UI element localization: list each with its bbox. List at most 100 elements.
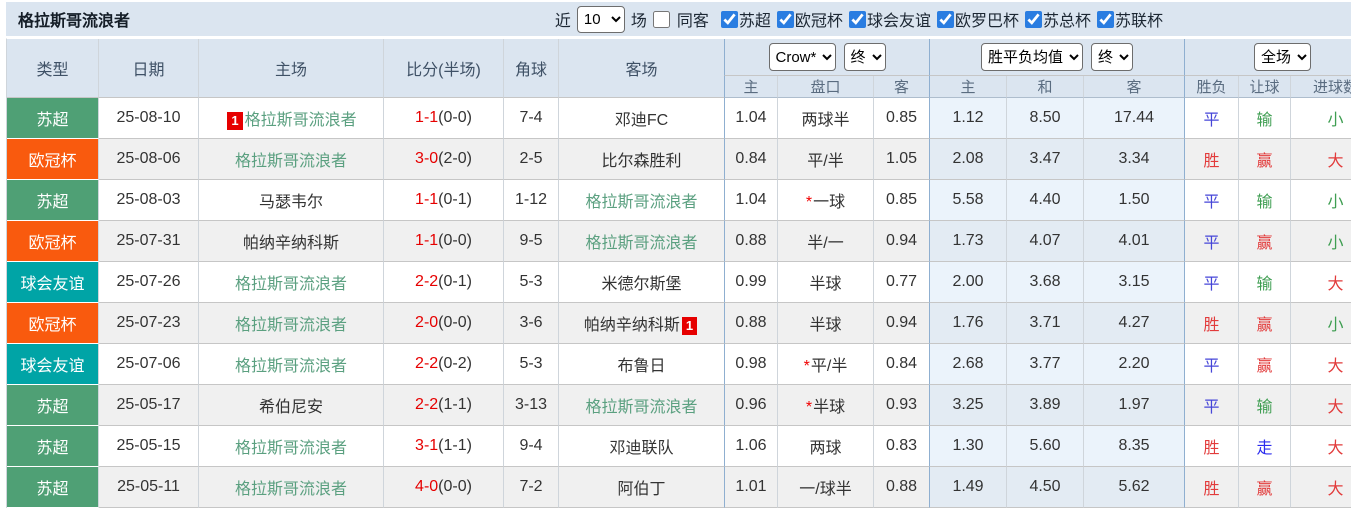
away-team-name: 格拉斯哥流浪者 <box>585 235 698 252</box>
avg-draw-odds: 3.71 <box>1007 303 1085 344</box>
away-team[interactable]: 比尔森胜利 <box>559 139 724 180</box>
score[interactable]: 2-2(1-1) <box>384 385 504 426</box>
corners: 3-13 <box>504 385 559 426</box>
filter-controls: 近 10 场 同客 苏超 欧冠杯 球会友谊 欧罗巴杯 苏总杯 苏联杯 <box>555 5 1163 33</box>
avg-draw-odds: 3.68 <box>1007 262 1085 303</box>
avg-odds-select[interactable]: 胜平负均值 <box>981 43 1084 71</box>
match-date: 25-08-03 <box>99 180 199 221</box>
away-team[interactable]: 阿伯丁 <box>559 467 724 508</box>
fulltime-score: 1-1 <box>415 232 439 249</box>
avg-home-odds: 2.68 <box>929 344 1008 385</box>
home-team[interactable]: 格拉斯哥流浪者 <box>199 303 384 344</box>
league-filters: 苏超 欧冠杯 球会友谊 欧罗巴杯 苏总杯 苏联杯 <box>715 7 1163 31</box>
corners: 2-5 <box>504 139 559 180</box>
subcol-goals: 进球数 <box>1291 76 1351 98</box>
avg-draw-odds: 4.07 <box>1007 221 1085 262</box>
filter-球会友谊[interactable]: 球会友谊 <box>848 7 931 31</box>
away-team[interactable]: 格拉斯哥流浪者 <box>559 180 724 221</box>
score[interactable]: 1-1(0-0) <box>384 221 504 262</box>
score[interactable]: 3-0(2-0) <box>384 139 504 180</box>
home-team[interactable]: 马瑟韦尔 <box>199 180 384 221</box>
filter-checkbox[interactable] <box>1096 10 1114 28</box>
home-team[interactable]: 帕纳辛纳科斯 <box>199 221 384 262</box>
away-team[interactable]: 布鲁日 <box>559 344 724 385</box>
bookmaker-select[interactable]: Crow* <box>768 43 836 71</box>
avg-draw-odds: 5.60 <box>1007 426 1085 467</box>
match-date: 25-07-26 <box>99 262 199 303</box>
score[interactable]: 3-1(1-1) <box>384 426 504 467</box>
corners: 3-6 <box>504 303 559 344</box>
league-type-badge: 苏超 <box>7 426 99 467</box>
match-history-table: 类型 日期 主场 比分(半场) 角球 客场 Crow* 终 胜平负均值 终 全场… <box>6 38 1351 508</box>
filter-checkbox[interactable] <box>1024 10 1042 28</box>
match-date: 25-07-06 <box>99 344 199 385</box>
goals-result: 大 <box>1291 139 1351 180</box>
away-team-name: 比尔森胜利 <box>601 153 682 170</box>
match-row: 苏超 25-08-10 1 格拉斯哥流浪者 1-1(0-0) 7-4 邓迪FC 1.04 两球半… <box>7 98 1351 139</box>
halftime-score: (2-0) <box>438 150 472 167</box>
avg-away-odds: 8.35 <box>1084 426 1185 467</box>
corners: 9-5 <box>504 221 559 262</box>
handicap-away-odds: 0.94 <box>874 303 930 344</box>
match-date: 25-05-17 <box>99 385 199 426</box>
away-team[interactable]: 邓迪联队 <box>559 426 724 467</box>
home-team[interactable]: 希伯尼安 <box>199 385 384 426</box>
goals-result: 大 <box>1291 467 1351 508</box>
league-type-badge: 欧冠杯 <box>7 221 99 262</box>
match-row: 欧冠杯 25-08-06 格拉斯哥流浪者 3-0(2-0) 2-5 比尔森胜利 0.84 平/… <box>7 139 1351 180</box>
filter-欧冠杯[interactable]: 欧冠杯 <box>776 7 843 31</box>
league-type-badge: 球会友谊 <box>7 262 99 303</box>
handicap-star: * <box>803 358 810 375</box>
filter-checkbox[interactable] <box>776 10 794 28</box>
home-team[interactable]: 1 格拉斯哥流浪者 <box>199 98 384 139</box>
home-team-name: 格拉斯哥流浪者 <box>234 276 347 293</box>
handicap-result: 赢 <box>1239 221 1292 262</box>
filter-苏联杯[interactable]: 苏联杯 <box>1096 7 1163 31</box>
home-team[interactable]: 格拉斯哥流浪者 <box>199 426 384 467</box>
filter-label: 苏超 <box>738 13 771 30</box>
home-team[interactable]: 格拉斯哥流浪者 <box>199 344 384 385</box>
score[interactable]: 1-1(0-0) <box>384 98 504 139</box>
away-team[interactable]: 格拉斯哥流浪者 <box>559 221 724 262</box>
handicap-home-odds: 0.88 <box>724 221 778 262</box>
handicap-time-select[interactable]: 终 <box>843 43 886 71</box>
away-team[interactable]: 邓迪FC <box>559 98 724 139</box>
filter-苏超[interactable]: 苏超 <box>720 7 771 31</box>
away-team-name: 米德尔斯堡 <box>601 276 682 293</box>
avg-home-odds: 5.58 <box>929 180 1008 221</box>
score[interactable]: 1-1(0-1) <box>384 180 504 221</box>
handicap-result: 输 <box>1239 180 1292 221</box>
filter-苏总杯[interactable]: 苏总杯 <box>1024 7 1091 31</box>
avg-away-odds: 1.97 <box>1084 385 1185 426</box>
handicap-away-odds: 0.85 <box>874 98 930 139</box>
recent-count-select[interactable]: 10 <box>576 5 625 33</box>
filter-label: 球会友谊 <box>866 13 931 30</box>
home-team-name: 马瑟韦尔 <box>258 194 323 211</box>
match-result: 平 <box>1184 98 1240 139</box>
home-team[interactable]: 格拉斯哥流浪者 <box>199 139 384 180</box>
score[interactable]: 4-0(0-0) <box>384 467 504 508</box>
score[interactable]: 2-2(0-2) <box>384 344 504 385</box>
filter-欧罗巴杯[interactable]: 欧罗巴杯 <box>936 7 1019 31</box>
avg-time-select[interactable]: 终 <box>1091 43 1134 71</box>
handicap-result: 赢 <box>1239 467 1292 508</box>
home-team[interactable]: 格拉斯哥流浪者 <box>199 467 384 508</box>
match-scope-select[interactable]: 全场 <box>1254 43 1312 71</box>
halftime-score: (0-0) <box>438 109 472 126</box>
match-rows: 苏超 25-08-10 1 格拉斯哥流浪者 1-1(0-0) 7-4 邓迪FC 1.04 两球半… <box>7 98 1351 508</box>
away-team[interactable]: 格拉斯哥流浪者 <box>559 385 724 426</box>
filter-checkbox[interactable] <box>848 10 866 28</box>
handicap-away-odds: 0.83 <box>874 426 930 467</box>
score[interactable]: 2-2(0-1) <box>384 262 504 303</box>
score[interactable]: 2-0(0-0) <box>384 303 504 344</box>
filter-checkbox[interactable] <box>720 10 738 28</box>
filter-checkbox[interactable] <box>936 10 954 28</box>
col-home: 主场 <box>199 39 384 98</box>
same-opponent-checkbox[interactable] <box>652 10 670 28</box>
goals-result: 大 <box>1291 344 1351 385</box>
halftime-score: (1-1) <box>438 396 472 413</box>
avg-odds-select-group: 胜平负均值 终 <box>929 39 1185 76</box>
away-team[interactable]: 帕纳辛纳科斯 1 <box>559 303 724 344</box>
home-team[interactable]: 格拉斯哥流浪者 <box>199 262 384 303</box>
away-team[interactable]: 米德尔斯堡 <box>559 262 724 303</box>
